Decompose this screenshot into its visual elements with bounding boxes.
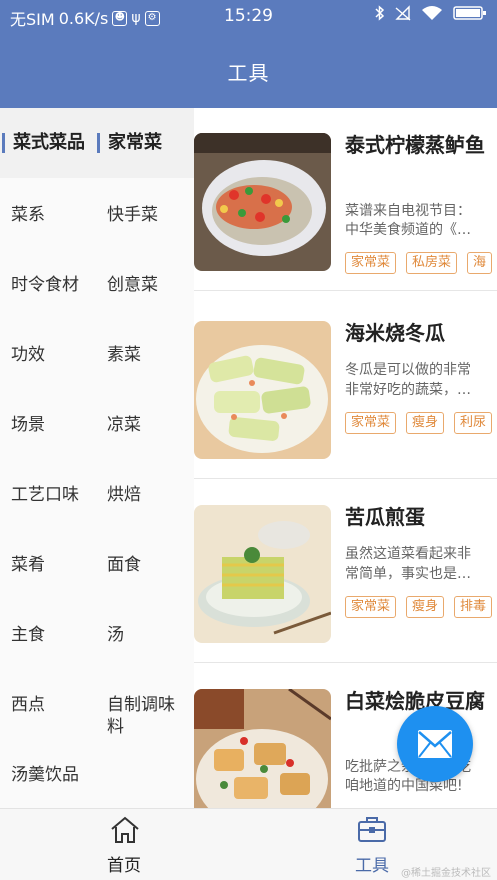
tab-home[interactable]: 首页 <box>0 809 248 880</box>
recipe-card[interactable]: 泰式柠檬蒸鲈鱼 菜谱来自电视节目： 中华美食频道的《… 家常菜 私房菜 海 <box>194 108 497 291</box>
recipe-desc: 常简单，事实也是… <box>345 566 471 582</box>
category-item[interactable]: 汤羹饮品 <box>11 764 79 786</box>
home-icon <box>111 816 139 843</box>
recipe-desc: 非常好吃的蔬菜，… <box>345 382 471 398</box>
recipe-tag[interactable]: 私房菜 <box>406 252 458 274</box>
category-item[interactable]: 自制调味料 <box>107 694 187 738</box>
watermark: @稀土掘金技术社区 <box>401 868 491 879</box>
category-item[interactable]: 烘焙 <box>107 484 141 506</box>
recipe-tag[interactable]: 利尿 <box>454 412 493 434</box>
category-item[interactable]: 菜系 <box>11 204 45 226</box>
recipe-tag[interactable]: 家常菜 <box>345 596 397 618</box>
nav-bar: 工具 <box>0 32 497 108</box>
recipe-desc: 冬瓜是可以做的非常 <box>345 362 471 378</box>
mail-icon <box>418 730 452 758</box>
category-item[interactable]: 功效 <box>11 344 45 366</box>
category-item[interactable]: 菜肴 <box>11 554 45 576</box>
toolbox-icon <box>358 817 386 842</box>
category-item[interactable]: 面食 <box>107 554 141 576</box>
recipe-tag[interactable]: 排毒 <box>454 596 493 618</box>
category-item[interactable]: 快手菜 <box>107 204 158 226</box>
recipe-tags: 家常菜 瘦身 利尿 <box>345 412 493 434</box>
recipe-tag[interactable]: 海 <box>467 252 493 274</box>
battery-icon <box>453 6 486 20</box>
signal-off-icon <box>395 5 411 21</box>
message-fab-button[interactable] <box>397 706 473 782</box>
category-item[interactable]: 西点 <box>11 694 45 716</box>
recipe-tags: 家常菜 瘦身 排毒 <box>345 596 493 618</box>
category-item[interactable]: 凉菜 <box>107 414 141 436</box>
category-item[interactable]: 创意菜 <box>107 274 158 296</box>
recipe-tag[interactable]: 家常菜 <box>345 412 397 434</box>
recipe-image <box>194 321 331 459</box>
recipe-desc: 菜谱来自电视节目： <box>345 203 471 219</box>
recipe-image <box>194 689 331 808</box>
recipe-image <box>194 133 331 271</box>
sidebar-tab-dish-type[interactable]: 菜式菜品 <box>2 133 85 153</box>
category-item[interactable]: 时令食材 <box>11 274 79 296</box>
recipe-tag[interactable]: 瘦身 <box>406 412 445 434</box>
category-item[interactable]: 主食 <box>11 624 45 646</box>
tab-home-label: 首页 <box>107 856 141 876</box>
recipe-card[interactable]: 苦瓜煎蛋 虽然这道菜看起来非 常简单，事实也是… 家常菜 瘦身 排毒 <box>194 480 497 663</box>
recipe-desc: 虽然这道菜看起来非 <box>345 546 471 562</box>
recipe-tag[interactable]: 瘦身 <box>406 596 445 618</box>
category-item[interactable]: 汤 <box>107 624 124 646</box>
status-bar: 无SIM 0.6K/s ☻ ψ ⚙ 15:29 <box>0 0 497 32</box>
recipe-title: 海米烧冬瓜 <box>345 321 445 345</box>
category-item[interactable]: 素菜 <box>107 344 141 366</box>
bluetooth-icon <box>375 5 385 21</box>
recipe-image <box>194 505 331 643</box>
category-item[interactable]: 工艺口味 <box>11 484 79 506</box>
recipe-title: 苦瓜煎蛋 <box>345 505 425 529</box>
wifi-icon <box>422 6 442 20</box>
recipe-list: 泰式柠檬蒸鲈鱼 菜谱来自电视节目： 中华美食频道的《… 家常菜 私房菜 海 海米… <box>194 108 497 808</box>
page-title: 工具 <box>227 61 270 85</box>
recipe-title: 泰式柠檬蒸鲈鱼 <box>345 133 485 157</box>
sidebar-tab-home-cooking[interactable]: 家常菜 <box>97 133 162 153</box>
recipe-tag[interactable]: 家常菜 <box>345 252 397 274</box>
recipe-card[interactable]: 海米烧冬瓜 冬瓜是可以做的非常 非常好吃的蔬菜，… 家常菜 瘦身 利尿 <box>194 296 497 479</box>
sidebar-header: 菜式菜品 家常菜 <box>0 108 194 178</box>
category-sidebar: 菜式菜品 家常菜 菜系 快手菜 时令食材 创意菜 功效 素菜 场景 凉菜 工艺口… <box>0 108 194 808</box>
recipe-tags: 家常菜 私房菜 海 <box>345 252 493 274</box>
recipe-desc: 中华美食频道的《… <box>345 222 471 238</box>
category-item[interactable]: 场景 <box>11 414 45 436</box>
